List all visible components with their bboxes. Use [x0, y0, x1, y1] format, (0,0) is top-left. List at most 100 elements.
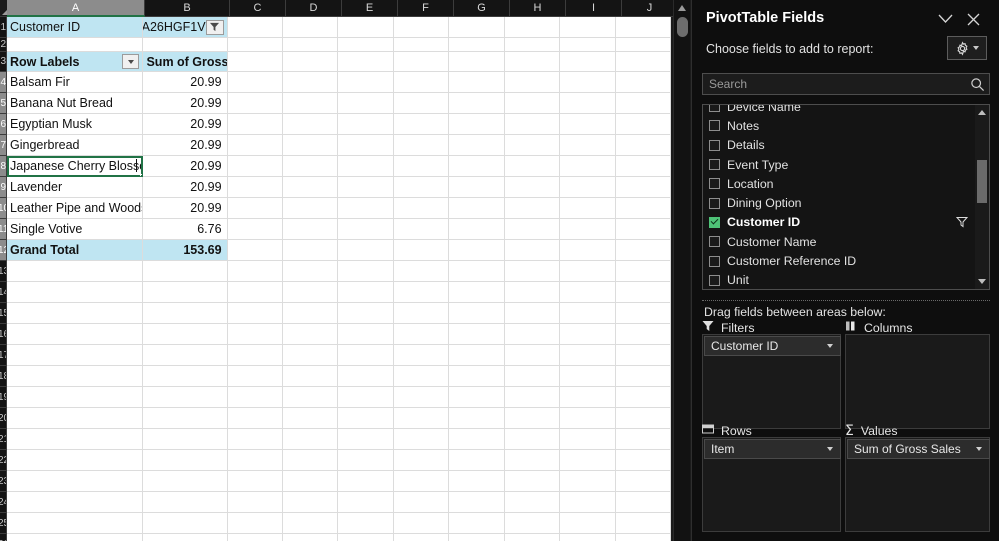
grid-cell[interactable]	[228, 156, 283, 177]
grid-cell[interactable]	[560, 93, 615, 114]
grid-cell[interactable]	[283, 303, 338, 324]
scroll-up-arrow-icon[interactable]	[978, 110, 986, 115]
row-header-6[interactable]: 6	[0, 114, 7, 135]
checkbox-icon[interactable]	[709, 256, 720, 267]
grid-cell[interactable]	[560, 387, 615, 408]
grid-cell[interactable]	[338, 198, 393, 219]
grid-cell[interactable]	[338, 17, 393, 38]
grid-cell[interactable]	[143, 261, 227, 282]
column-header-g[interactable]: G	[454, 0, 510, 17]
grid-cell[interactable]	[505, 513, 560, 534]
table-row[interactable]	[7, 387, 671, 408]
field-list-item[interactable]: Customer Reference ID	[703, 251, 974, 270]
grid-cell[interactable]	[143, 345, 227, 366]
row-header-18[interactable]: 18	[0, 366, 7, 387]
grid-cell[interactable]	[338, 261, 393, 282]
grid-cell[interactable]	[616, 429, 671, 450]
grid-cell[interactable]	[338, 72, 393, 93]
grid-cell[interactable]	[338, 114, 393, 135]
grid-cell[interactable]	[449, 198, 504, 219]
grid-cell[interactable]	[338, 177, 393, 198]
grid-cell[interactable]	[283, 219, 338, 240]
grid-cell[interactable]	[338, 492, 393, 513]
grid-cell[interactable]	[505, 366, 560, 387]
table-row[interactable]	[7, 324, 671, 345]
scroll-up-arrow-icon[interactable]	[678, 5, 686, 11]
grid-cell[interactable]	[143, 303, 227, 324]
grid-cell[interactable]	[505, 93, 560, 114]
grid-cell[interactable]	[283, 93, 338, 114]
field-list-settings-button[interactable]	[947, 36, 987, 60]
grid-cell[interactable]	[505, 408, 560, 429]
grid-cell[interactable]	[505, 135, 560, 156]
grid-cell[interactable]	[283, 471, 338, 492]
grid-cell[interactable]	[338, 303, 393, 324]
table-row[interactable]	[7, 429, 671, 450]
scrollbar-thumb[interactable]	[677, 17, 688, 37]
filter-label-cell[interactable]: Customer ID	[7, 17, 143, 38]
grid-cell[interactable]	[560, 408, 615, 429]
grid-cell[interactable]	[505, 387, 560, 408]
table-row[interactable]: Customer ID, 6A26HGF1V	[7, 17, 671, 38]
grid-cell[interactable]	[338, 38, 393, 52]
grid-cell[interactable]	[449, 408, 504, 429]
grid-cell[interactable]	[7, 429, 143, 450]
grid-cell[interactable]	[338, 240, 393, 261]
grid-cell[interactable]	[616, 366, 671, 387]
grid-cell[interactable]	[143, 38, 227, 52]
row-header-1[interactable]: 1	[0, 17, 7, 38]
grid-cell[interactable]	[505, 303, 560, 324]
grid-cell[interactable]	[338, 450, 393, 471]
row-header-15[interactable]: 15	[0, 303, 7, 324]
grid-cell[interactable]	[228, 52, 283, 72]
grid-cell[interactable]	[228, 345, 283, 366]
grid-cell[interactable]	[505, 219, 560, 240]
table-row[interactable]: Egyptian Musk20.99	[7, 114, 671, 135]
grid-cell[interactable]	[228, 177, 283, 198]
row-header-19[interactable]: 19	[0, 387, 7, 408]
grid-cell[interactable]	[228, 324, 283, 345]
grid-cell[interactable]	[505, 38, 560, 52]
area-field-pill[interactable]: Item	[704, 439, 841, 459]
grid-cell[interactable]	[394, 261, 449, 282]
fill-handle[interactable]	[140, 174, 143, 177]
grid-cell[interactable]	[7, 513, 143, 534]
grid-cell[interactable]	[394, 492, 449, 513]
grid-cell[interactable]	[394, 177, 449, 198]
grid-cell[interactable]	[616, 534, 671, 541]
grid-cell[interactable]	[394, 387, 449, 408]
grid-cell[interactable]	[228, 261, 283, 282]
close-panel-button[interactable]	[962, 9, 984, 29]
table-row[interactable]: Row LabelsSum of Gross Sales	[7, 52, 671, 72]
grid-cell[interactable]	[616, 114, 671, 135]
row-header-13[interactable]: 13	[0, 261, 7, 282]
row-header-24[interactable]: 24	[0, 492, 7, 513]
grid-cell[interactable]	[394, 219, 449, 240]
table-row[interactable]	[7, 366, 671, 387]
grid-cell[interactable]	[394, 52, 449, 72]
table-row[interactable]: Leather Pipe and Woods20.99	[7, 198, 671, 219]
grid-cell[interactable]	[505, 72, 560, 93]
sheet-vertical-scrollbar[interactable]	[673, 0, 690, 541]
grid-cell[interactable]	[394, 72, 449, 93]
grid-cell[interactable]	[228, 198, 283, 219]
grid-cell[interactable]	[394, 282, 449, 303]
grid-cell[interactable]	[338, 408, 393, 429]
area-field-pill[interactable]: Customer ID	[704, 336, 841, 356]
grid-cell[interactable]	[394, 513, 449, 534]
grid-cell[interactable]	[228, 429, 283, 450]
grid-cell[interactable]	[560, 450, 615, 471]
grid-cell[interactable]	[449, 177, 504, 198]
grid-cell[interactable]	[143, 408, 227, 429]
filter-value-cell[interactable]: , 6A26HGF1V	[143, 17, 227, 38]
filter-dropdown-button[interactable]	[206, 20, 224, 35]
column-header-f[interactable]: F	[398, 0, 454, 17]
grid-cell[interactable]	[505, 429, 560, 450]
checkbox-icon[interactable]	[709, 159, 720, 170]
row-header-21[interactable]: 21	[0, 429, 7, 450]
table-row[interactable]	[7, 534, 671, 541]
row-labels-dropdown-button[interactable]	[122, 54, 139, 69]
grid-cell[interactable]	[394, 156, 449, 177]
grid-cell[interactable]	[616, 240, 671, 261]
grid-cell[interactable]	[616, 282, 671, 303]
